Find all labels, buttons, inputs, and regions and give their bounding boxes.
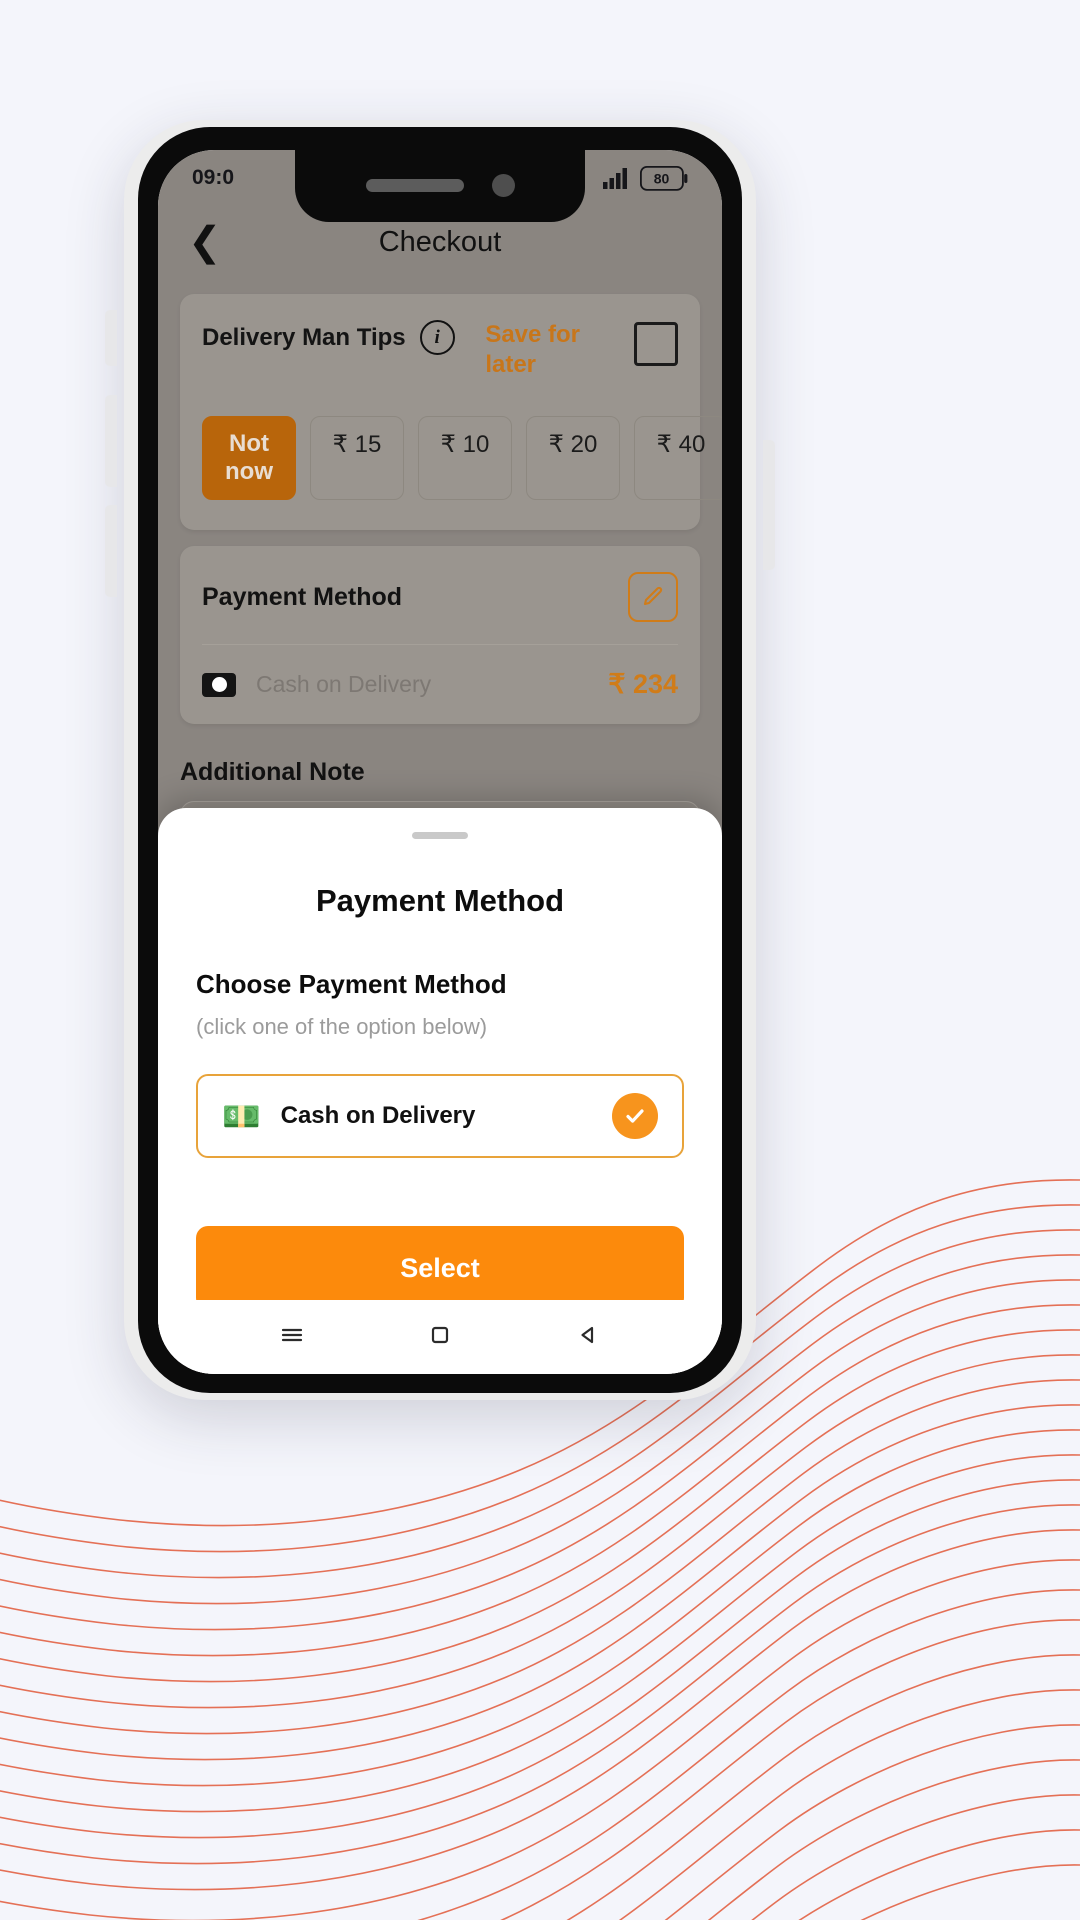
payment-method-bottom-sheet: Payment Method Choose Payment Method (cl…: [158, 808, 722, 1374]
sheet-subtitle: Choose Payment Method: [196, 969, 507, 999]
check-circle-icon: [612, 1093, 658, 1139]
additional-note-title: Additional Note: [180, 758, 365, 786]
tip-chip-20[interactable]: ₹ 20: [526, 416, 620, 500]
phone-volume-down-button: [105, 505, 117, 597]
info-circle-icon[interactable]: i: [419, 320, 455, 355]
delivery-tips-label: Delivery Man Tips: [202, 323, 406, 351]
payment-option-cash-on-delivery[interactable]: 💵 Cash on Delivery: [196, 1074, 684, 1158]
money-banknote-icon: 💵: [222, 1098, 261, 1134]
sheet-hint-text: (click one of the option below): [196, 1014, 488, 1039]
tip-chip-15[interactable]: ₹ 15: [310, 416, 404, 500]
payment-amount: ₹ 234: [608, 669, 678, 699]
status-bar-time: 09:0: [192, 166, 235, 189]
home-square-icon[interactable]: [425, 1320, 455, 1355]
tip-chip-40[interactable]: ₹ 40: [634, 416, 722, 500]
phone-mute-switch: [105, 310, 117, 366]
battery-icon: 80: [640, 165, 688, 191]
payment-method-card: Payment Method Cash on Delivery ₹ 234: [180, 546, 700, 724]
android-navigation-bar: [158, 1300, 722, 1374]
save-for-later-label: Save for later: [485, 321, 581, 378]
signal-bars-icon: [603, 168, 627, 189]
select-button[interactable]: Select: [196, 1226, 684, 1310]
payment-option-label: Cash on Delivery: [280, 1102, 476, 1129]
phone-power-button: [763, 440, 775, 570]
tip-chip-not-now[interactable]: Not now: [202, 416, 296, 500]
back-triangle-icon[interactable]: [573, 1320, 603, 1355]
menu-icon[interactable]: [277, 1320, 307, 1355]
sheet-title: Payment Method: [315, 883, 565, 918]
front-camera: [491, 173, 515, 197]
earpiece-speaker: [365, 178, 464, 192]
drag-handle[interactable]: [412, 832, 468, 839]
battery-level-text: 80: [654, 170, 670, 186]
tip-amount-chip-row: Not now ₹ 15 ₹ 10 ₹ 20 ₹ 40: [202, 416, 722, 500]
cash-note-icon: [202, 672, 236, 697]
save-for-later-checkbox[interactable]: [633, 322, 678, 366]
phone-volume-up-button: [105, 395, 117, 487]
chevron-left-icon[interactable]: ❮: [188, 222, 222, 262]
pencil-edit-icon[interactable]: [628, 572, 678, 622]
delivery-tips-card: Delivery Man Tips i Save for later Not n…: [180, 294, 722, 530]
payment-method-card-title: Payment Method: [202, 582, 403, 611]
page-title: Checkout: [378, 225, 502, 258]
tip-chip-10[interactable]: ₹ 10: [418, 416, 512, 500]
delivery-tips-title-group: Delivery Man Tips i: [202, 320, 455, 355]
phone-screen: 09:0 80 ❮ Checkout Delivery Man Tips i S…: [158, 150, 722, 1374]
phone-notch: [295, 150, 585, 222]
payment-method-value: Cash on Delivery: [256, 671, 432, 697]
divider: [202, 644, 678, 645]
